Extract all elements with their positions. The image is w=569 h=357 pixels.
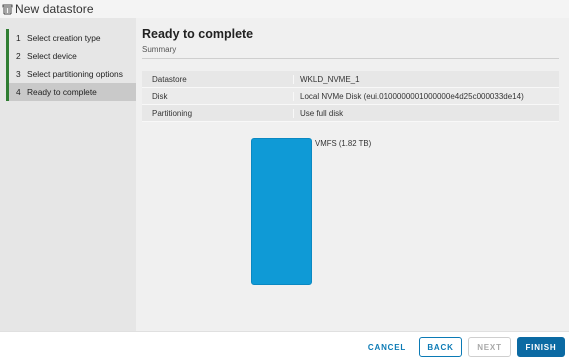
next-button[interactable]: NEXT <box>468 337 511 357</box>
summary-key: Disk <box>152 91 168 101</box>
step-label: Ready to complete <box>27 87 97 97</box>
summary-value: Local NVMe Disk (eui.0100000001000000e4d… <box>293 91 559 101</box>
wizard-body: 1 Select creation type 2 Select device 3… <box>0 18 569 331</box>
partition-bar <box>251 138 312 285</box>
summary-row-partitioning: Partitioning Use full disk <box>142 105 559 122</box>
datastore-icon <box>2 4 13 15</box>
step-label: Select partitioning options <box>27 69 123 79</box>
step-select-partitioning-options[interactable]: 3 Select partitioning options <box>6 65 136 83</box>
summary-key: Partitioning <box>152 108 193 118</box>
summary-row-disk: Disk Local NVMe Disk (eui.01000000010000… <box>142 88 559 105</box>
step-label: Select creation type <box>27 33 101 43</box>
back-button[interactable]: BACK <box>419 337 462 357</box>
cancel-button[interactable]: CANCEL <box>362 337 412 357</box>
wizard-footer: CANCEL BACK NEXT FINISH <box>0 331 569 357</box>
step-number: 1 <box>16 33 21 43</box>
summary-value: WKLD_NVME_1 <box>293 74 559 84</box>
step-select-creation-type[interactable]: 1 Select creation type <box>6 29 136 47</box>
step-select-device[interactable]: 2 Select device <box>6 47 136 65</box>
divider <box>142 58 559 59</box>
step-label: Select device <box>27 51 77 61</box>
partition-label: VMFS (1.82 TB) <box>315 139 372 148</box>
step-ready-to-complete[interactable]: 4 Ready to complete <box>6 83 136 101</box>
finish-button[interactable]: FINISH <box>517 337 565 357</box>
wizard-main-panel: Ready to complete Summary Datastore WKLD… <box>136 18 569 331</box>
window-title: New datastore <box>15 2 94 16</box>
summary-value: Use full disk <box>293 108 559 118</box>
wizard-steps-sidebar: 1 Select creation type 2 Select device 3… <box>0 18 136 331</box>
summary-row-datastore: Datastore WKLD_NVME_1 <box>142 71 559 88</box>
step-number: 3 <box>16 69 21 79</box>
summary-table: Datastore WKLD_NVME_1 Disk Local NVMe Di… <box>142 71 559 122</box>
window-titlebar: New datastore <box>0 0 569 18</box>
section-subtitle: Summary <box>142 45 177 54</box>
page-title: Ready to complete <box>142 27 254 41</box>
step-number: 4 <box>16 87 21 97</box>
summary-key: Datastore <box>152 74 187 84</box>
step-number: 2 <box>16 51 21 61</box>
